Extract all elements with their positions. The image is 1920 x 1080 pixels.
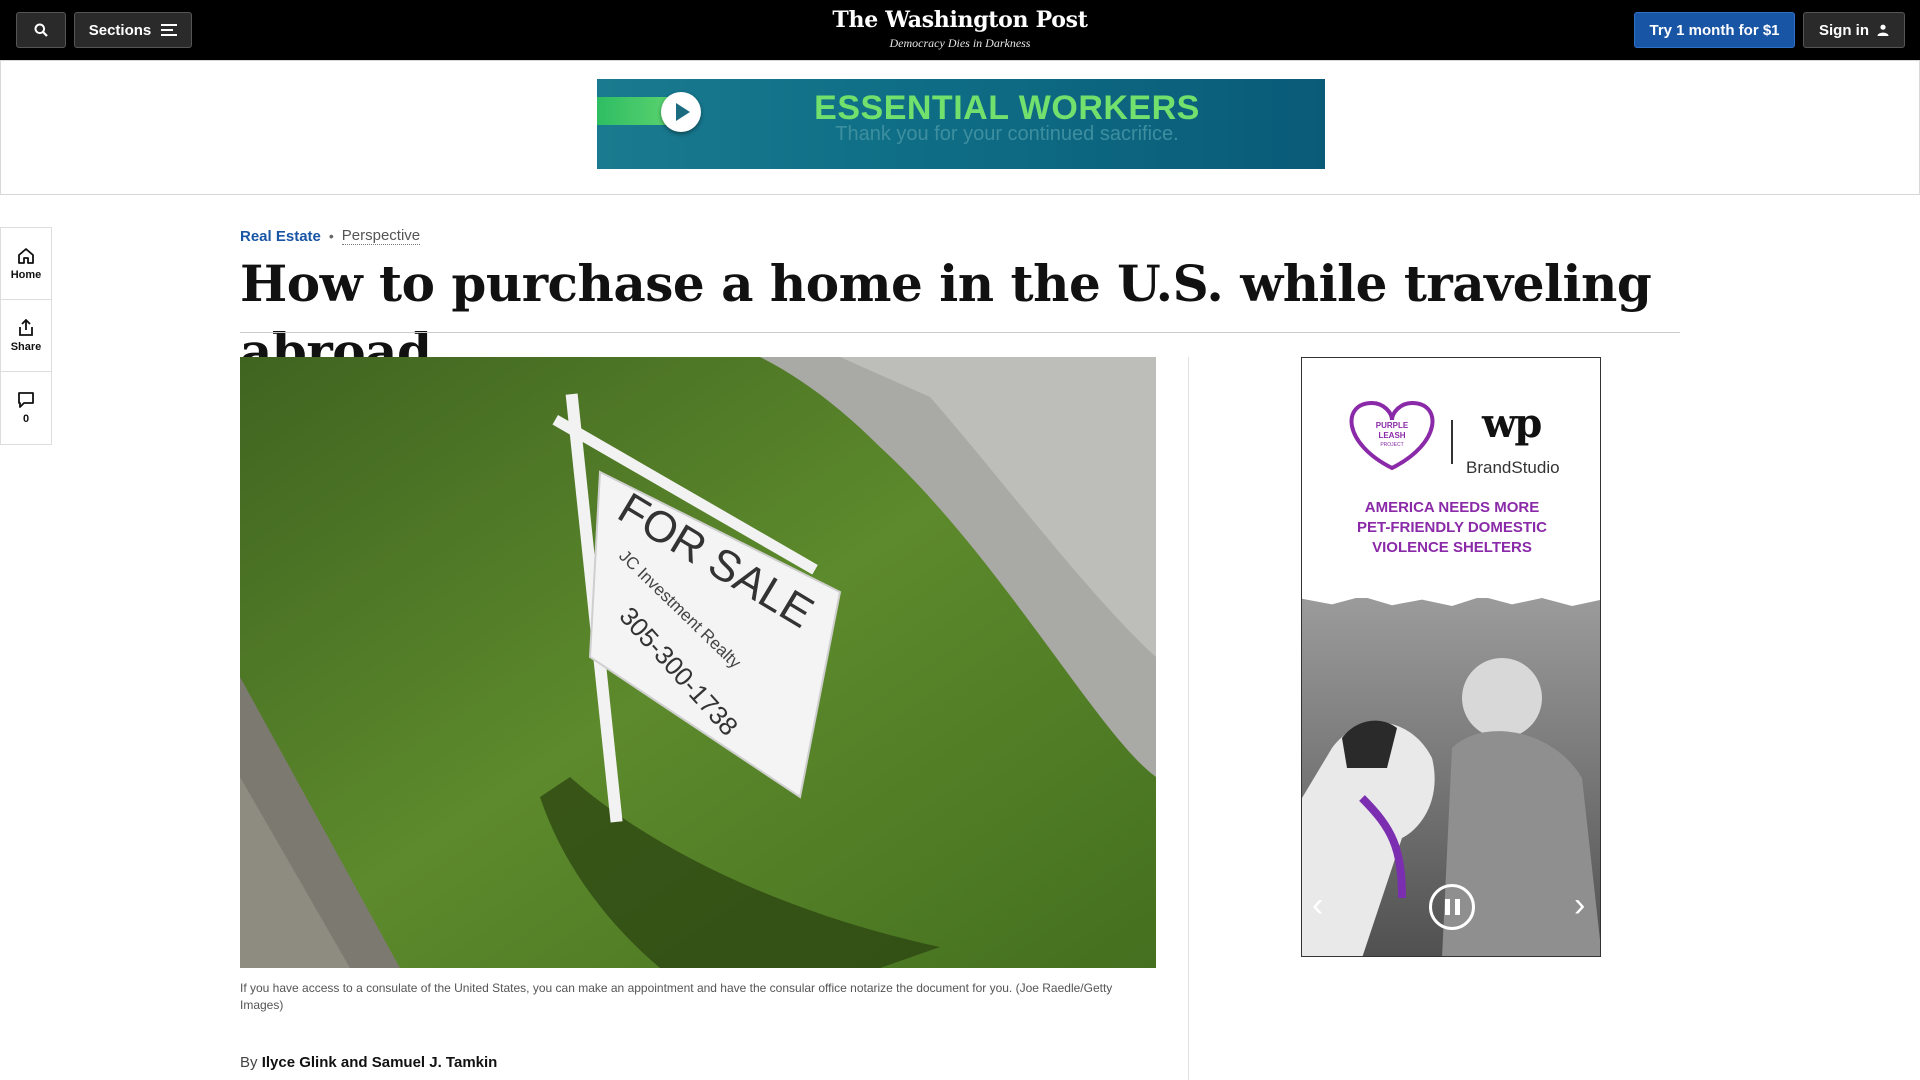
site-tagline: Democracy Dies in Darkness	[889, 36, 1031, 50]
top-banner-ad[interactable]: ESSENTIAL WORKERS Thank you for your con…	[597, 79, 1325, 169]
wp-logo: wp	[1482, 400, 1542, 447]
ad-subline: Thank you for your continued sacrifice.	[835, 123, 1179, 145]
home-icon	[18, 247, 34, 264]
byline-prefix: By	[240, 1054, 258, 1071]
logo-divider	[1451, 420, 1453, 464]
byline-authors[interactable]: Ilyce Glink and Samuel J. Tamkin	[262, 1054, 498, 1071]
brand-studio-label: BrandStudio	[1466, 458, 1560, 477]
pause-button[interactable]	[1429, 884, 1475, 930]
side-ad-message: AMERICA NEEDS MORE PET-FRIENDLY DOMESTIC…	[1312, 498, 1592, 558]
svg-text:LEASH: LEASH	[1378, 431, 1405, 440]
rail-home-button[interactable]: Home	[1, 228, 51, 300]
svg-text:PURPLE: PURPLE	[1376, 421, 1409, 430]
sections-label: Sections	[88, 21, 152, 39]
user-icon	[1877, 24, 1889, 36]
sections-button[interactable]: Sections	[74, 12, 192, 48]
photo-caption: If you have access to a consulate of the…	[240, 981, 1113, 1012]
menu-icon	[161, 24, 178, 36]
column-divider	[1188, 357, 1189, 1080]
chevron-left-icon[interactable]: ‹	[1312, 888, 1323, 922]
top-ad-container: ESSENTIAL WORKERS Thank you for your con…	[0, 60, 1920, 195]
comments-count: 0	[22, 413, 30, 425]
share-icon	[19, 318, 33, 336]
rail-share-button[interactable]: Share	[1, 300, 51, 372]
subscribe-button[interactable]: Try 1 month for $1	[1634, 12, 1795, 48]
comment-icon	[18, 392, 34, 408]
masthead[interactable]: The Washington Post Democracy Dies in Da…	[760, 6, 1160, 50]
section-link[interactable]: Real Estate	[240, 228, 321, 245]
chevron-right-icon[interactable]: ›	[1574, 888, 1585, 922]
rail-share-label: Share	[10, 340, 42, 353]
site-logo[interactable]: The Washington Post	[760, 6, 1160, 34]
rail-home-label: Home	[10, 268, 42, 281]
search-icon	[34, 23, 48, 37]
sign-in-label: Sign in	[1819, 21, 1869, 39]
sign-in-button[interactable]: Sign in	[1803, 12, 1905, 48]
side-ad-line: AMERICA NEEDS MORE	[1364, 499, 1540, 516]
side-ad-line: VIOLENCE SHELTERS	[1372, 539, 1532, 556]
for-sale-sign-image: FOR SALE JC Investment Realty 305-300-17…	[240, 357, 1156, 968]
site-header: Sections The Washington Post Democracy D…	[0, 0, 1920, 60]
share-rail: Home Share 0	[0, 227, 52, 445]
headline-divider	[240, 332, 1680, 333]
play-arrow-icon	[661, 92, 701, 132]
side-display-ad[interactable]: PURPLE LEASH PROJECT wp BrandStudio AMER…	[1301, 357, 1601, 957]
byline: By Ilyce Glink and Samuel J. Tamkin	[240, 1054, 497, 1071]
article-photo[interactable]: FOR SALE JC Investment Realty 305-300-17…	[240, 357, 1156, 968]
side-ad-line: PET-FRIENDLY DOMESTIC	[1356, 519, 1548, 536]
search-button[interactable]	[16, 12, 66, 48]
pause-icon	[1454, 899, 1460, 915]
perspective-label[interactable]: Perspective	[341, 227, 421, 245]
pause-icon	[1444, 899, 1450, 915]
rail-comments-button[interactable]: 0	[1, 372, 51, 444]
svg-text:PROJECT: PROJECT	[1380, 442, 1403, 448]
kicker-separator: •	[328, 228, 334, 244]
article-kicker: Real Estate • Perspective	[240, 227, 421, 245]
